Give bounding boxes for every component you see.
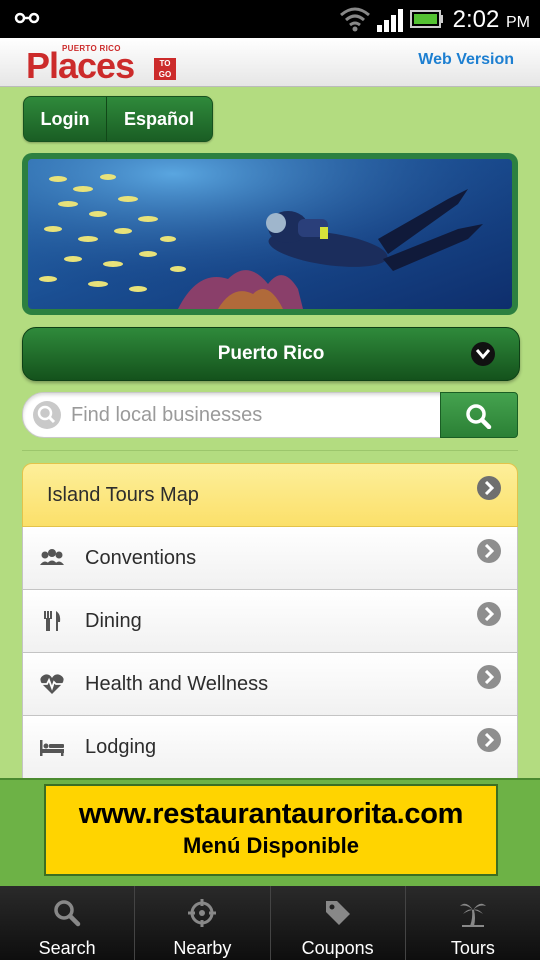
scuba-diver-image (28, 159, 512, 309)
category-list: Island Tours Map Conventions Dining Heal… (22, 463, 518, 779)
list-item-label: Lodging (85, 736, 157, 758)
hero-banner[interactable] (22, 153, 518, 315)
status-bar: 2:02 PM (0, 0, 540, 38)
chevron-right-icon (477, 602, 501, 626)
list-item-label: Island Tours Map (47, 484, 199, 506)
fork-knife-icon (44, 611, 61, 631)
list-item-label: Health and Wellness (85, 673, 269, 695)
list-item-lodging[interactable]: Lodging (22, 716, 518, 779)
language-button[interactable]: Español (107, 97, 211, 141)
bed-icon (40, 740, 64, 756)
search-bar (22, 392, 518, 438)
list-item-label: Dining (85, 610, 142, 632)
tab-tours[interactable]: Tours (404, 886, 540, 960)
crosshair-icon (188, 899, 217, 927)
chevron-right-icon (477, 665, 501, 689)
login-button[interactable]: Login (24, 97, 107, 141)
tab-label: Coupons (301, 938, 374, 958)
list-item-health-and-wellness[interactable]: Health and Wellness (22, 653, 518, 716)
list-item-dining[interactable]: Dining (22, 590, 518, 653)
tab-coupons[interactable]: Coupons (269, 886, 405, 960)
link-icon (14, 12, 40, 24)
people-icon (40, 549, 64, 565)
region-selector[interactable]: Puerto Rico (22, 327, 520, 381)
tab-search[interactable]: Search (0, 886, 134, 960)
ad-banner: www.restaurantaurorita.com Menú Disponib… (0, 778, 540, 888)
app-header: PUERTO RICO Places TO GO Web Version (0, 38, 540, 87)
chevron-right-icon (477, 539, 501, 563)
signal-icon (377, 9, 403, 32)
palm-tree-icon (459, 903, 486, 927)
chevron-right-icon (477, 476, 501, 500)
list-item-island-tours-map[interactable]: Island Tours Map (22, 463, 518, 527)
search-field[interactable] (22, 392, 444, 438)
divider (22, 450, 518, 451)
chevron-right-icon (477, 728, 501, 752)
magnifier-icon (466, 404, 492, 429)
tab-label: Search (38, 938, 96, 958)
web-version-link[interactable]: Web Version (418, 51, 514, 69)
chevron-down-icon (471, 342, 495, 366)
search-icon (54, 900, 81, 927)
search-input[interactable] (71, 393, 437, 437)
bottom-tab-bar: Search Nearby Coupons Tours (0, 886, 540, 960)
search-icon (33, 401, 61, 429)
tab-label: Nearby (173, 938, 232, 958)
battery-icon (410, 10, 443, 28)
tab-label: Tours (450, 938, 495, 958)
search-button[interactable] (440, 392, 518, 438)
ad-tagline: Menú Disponible (183, 833, 359, 858)
clock: 2:02 PM (452, 6, 530, 33)
list-item-conventions[interactable]: Conventions (22, 527, 518, 590)
logo-badge: TO GO (154, 58, 176, 80)
logo-text: Places (26, 45, 135, 86)
heartbeat-icon (40, 674, 64, 694)
ad-url: www.restaurantaurorita.com (78, 798, 464, 830)
ad-link[interactable]: www.restaurantaurorita.com Menú Disponib… (44, 784, 498, 876)
list-item-label: Conventions (85, 547, 197, 569)
wifi-icon (340, 7, 370, 32)
account-button-group: Login Español (23, 96, 213, 142)
tab-nearby[interactable]: Nearby (134, 886, 269, 960)
tag-icon (325, 901, 350, 925)
region-label: Puerto Rico (217, 343, 325, 364)
